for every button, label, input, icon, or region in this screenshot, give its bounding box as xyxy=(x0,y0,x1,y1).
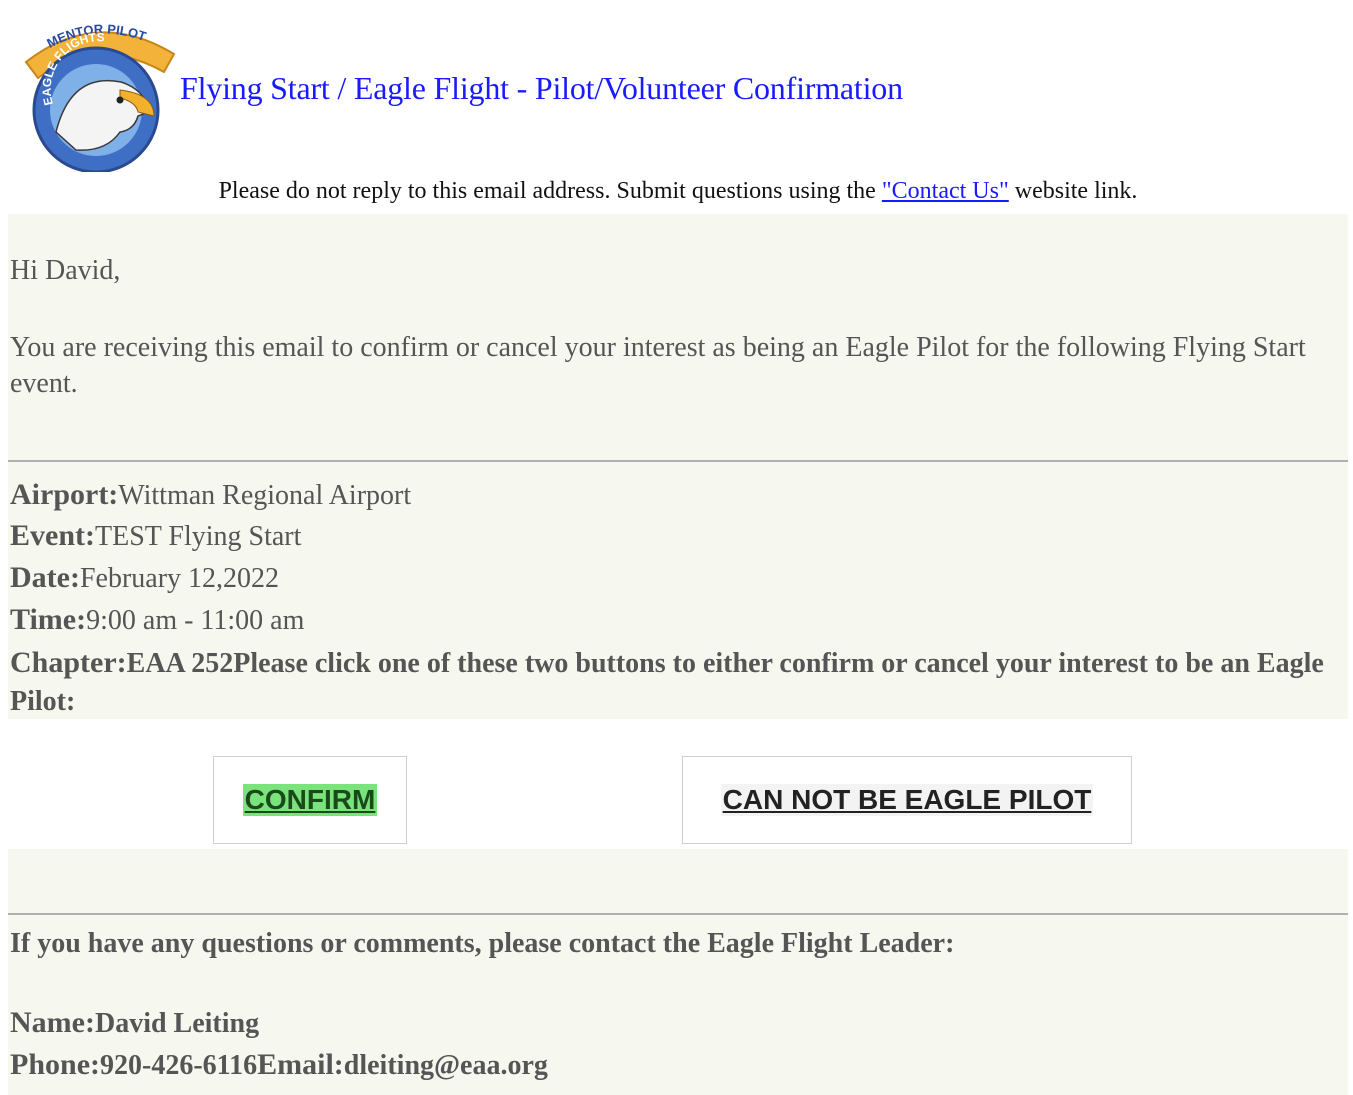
time-row: Time:9:00 am - 11:00 am xyxy=(10,603,304,637)
event-value: TEST Flying Start xyxy=(95,521,302,552)
contact-us-link[interactable]: "Contact Us" xyxy=(882,178,1009,204)
email-body: MENTOR PILOT EAGLE FLIGHTS Flying Start … xyxy=(8,0,1348,1095)
name-label: Name: xyxy=(10,1006,95,1039)
airport-label: Airport: xyxy=(10,478,119,511)
eagle-flights-logo: MENTOR PILOT EAGLE FLIGHTS xyxy=(24,21,176,172)
email-value: dleiting@eaa.org xyxy=(343,1050,548,1081)
date-label: Date: xyxy=(10,561,80,594)
divider xyxy=(8,460,1348,462)
email-header: MENTOR PILOT EAGLE FLIGHTS Flying Start … xyxy=(8,0,1348,172)
phone-label: Phone: xyxy=(10,1048,100,1081)
chapter-label: Chapter: xyxy=(10,646,127,679)
intro-paragraph: You are receiving this email to confirm … xyxy=(10,332,1306,399)
confirm-button-label: CONFIRM xyxy=(242,784,378,816)
chapter-value: EAA 252 xyxy=(126,648,234,679)
action-buttons: CONFIRM CAN NOT BE EAGLE PILOT xyxy=(8,719,1348,849)
event-label: Event: xyxy=(10,519,95,552)
leader-contact-row: Phone:920-426-6116Email:dleiting@eaa.org xyxy=(10,1048,548,1082)
phone-value: 920-426-6116 xyxy=(100,1050,258,1081)
page-title: Flying Start / Eagle Flight - Pilot/Volu… xyxy=(180,70,903,106)
cannot-be-eagle-pilot-button[interactable]: CAN NOT BE EAGLE PILOT xyxy=(682,756,1132,844)
chapter-row: Chapter:EAA 252Please click one of these… xyxy=(10,644,1346,721)
notice-text-after: website link. xyxy=(1008,178,1138,204)
divider xyxy=(8,913,1348,915)
greeting: Hi David, xyxy=(10,255,121,286)
date-row: Date:February 12,2022 xyxy=(10,561,279,595)
no-reply-notice: Please do not reply to this email addres… xyxy=(8,178,1348,205)
time-label: Time: xyxy=(10,603,87,636)
airport-value: Wittman Regional Airport xyxy=(118,480,412,511)
event-row: Event:TEST Flying Start xyxy=(10,519,301,553)
email-label: Email: xyxy=(257,1048,344,1081)
contact-question: If you have any questions or comments, p… xyxy=(10,928,955,959)
airport-row: Airport:Wittman Regional Airport xyxy=(10,478,411,512)
notice-text-before: Please do not reply to this email addres… xyxy=(218,178,882,204)
date-value: February 12,2022 xyxy=(79,563,280,594)
time-value: 9:00 am - 11:00 am xyxy=(86,605,305,636)
leader-name-row: Name:David Leiting xyxy=(10,1006,259,1040)
cancel-button-label: CAN NOT BE EAGLE PILOT xyxy=(720,784,1094,816)
name-value: David Leiting xyxy=(94,1008,260,1039)
confirm-button[interactable]: CONFIRM xyxy=(213,756,407,844)
